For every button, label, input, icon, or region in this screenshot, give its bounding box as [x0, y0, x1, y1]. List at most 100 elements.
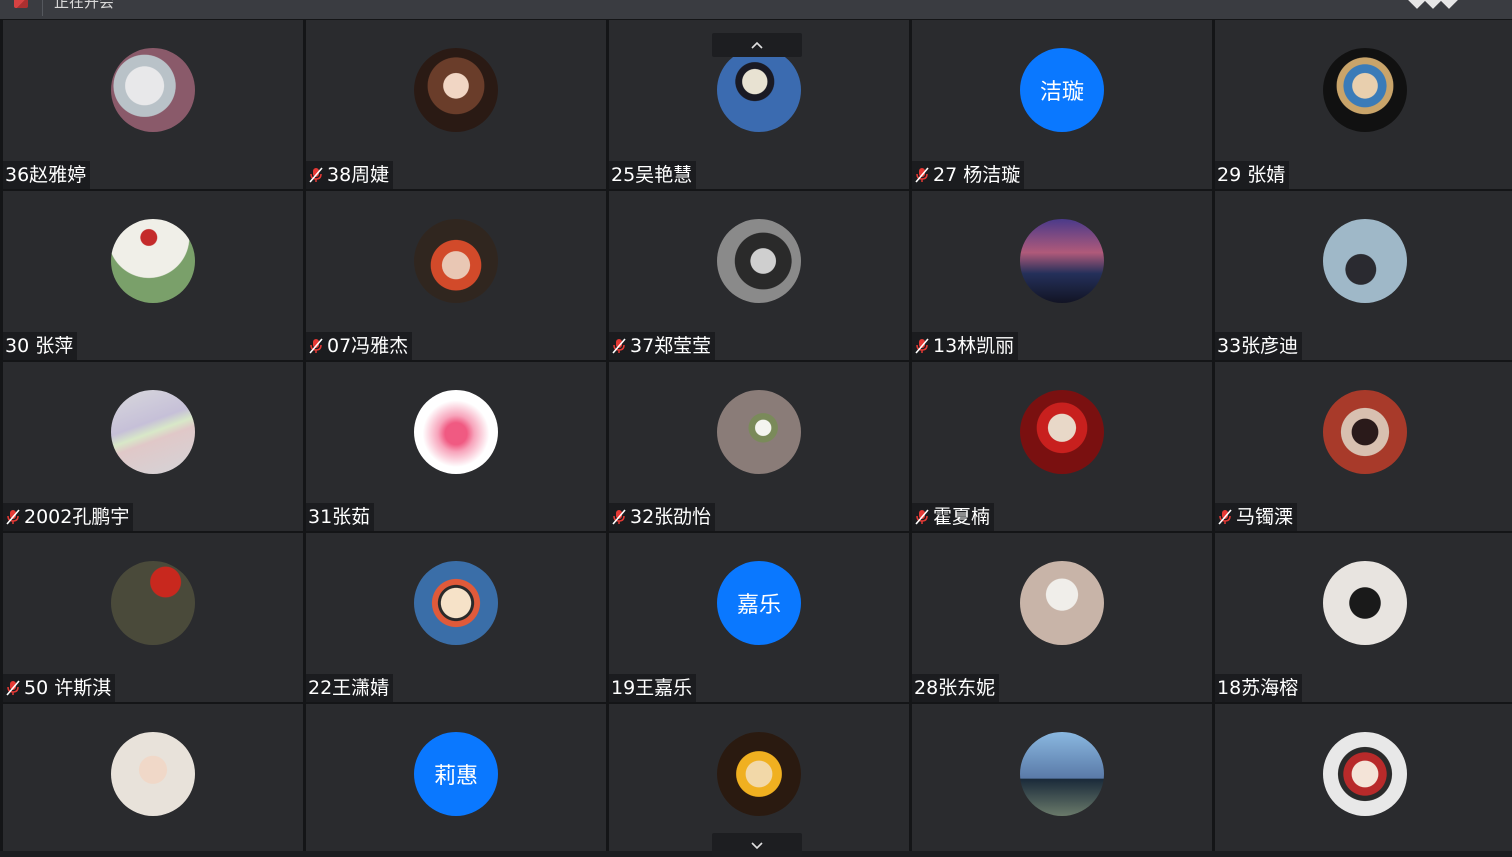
participant-name-tag: 25吴艳慧 — [609, 161, 697, 189]
mic-muted-icon — [611, 508, 627, 526]
scroll-down-button[interactable] — [712, 833, 802, 857]
participant-tile[interactable]: 莉惠 — [306, 704, 606, 851]
avatar — [717, 219, 801, 303]
participant-name: 29 张婧 — [1217, 164, 1286, 186]
avatar — [717, 390, 801, 474]
participant-tile[interactable] — [3, 704, 303, 851]
participant-name: 07冯雅杰 — [327, 335, 409, 357]
participant-name-tag: 27 杨洁璇 — [912, 161, 1025, 189]
avatar-initials: 嘉乐 — [717, 561, 801, 645]
participant-tile[interactable]: 22王潇婧 — [306, 533, 606, 702]
participant-tile[interactable]: 29 张婧 — [1215, 20, 1512, 189]
participant-name-tag: 13林凯丽 — [912, 332, 1019, 360]
avatar — [111, 219, 195, 303]
avatar — [1020, 390, 1104, 474]
participant-name-tag: 马镯溧 — [1215, 503, 1298, 531]
participant-tile[interactable]: 28张东妮 — [912, 533, 1212, 702]
mic-muted-icon — [914, 166, 930, 184]
participant-tile[interactable]: 嘉乐 19王嘉乐 — [609, 533, 909, 702]
participant-tile[interactable]: 马镯溧 — [1215, 362, 1512, 531]
participant-name-tag: 2002孔鹏宇 — [3, 503, 134, 531]
window-control-icon[interactable] — [1407, 0, 1427, 9]
mic-muted-icon — [914, 508, 930, 526]
participant-tile[interactable]: 36赵雅婷 — [3, 20, 303, 189]
mic-muted-icon — [308, 166, 324, 184]
participant-grid: 36赵雅婷 38周婕 25吴艳慧 洁璇 27 杨洁璇 29 张婧 30 张萍 07冯雅杰 37郑… — [0, 20, 1512, 851]
participant-name-tag: 18苏海榕 — [1215, 674, 1303, 702]
window-controls[interactable] — [1404, 0, 1460, 9]
chevron-up-icon — [751, 41, 763, 49]
avatar — [111, 48, 195, 132]
mic-muted-icon — [308, 337, 324, 355]
participant-tile[interactable]: 2002孔鹏宇 — [3, 362, 303, 531]
title-separator — [42, 0, 43, 16]
avatar — [1323, 48, 1407, 132]
participant-name-tag: 22王潇婧 — [306, 674, 394, 702]
participant-name: 22王潇婧 — [308, 677, 390, 699]
participant-name: 31张茹 — [308, 506, 371, 528]
participant-tile[interactable]: 38周婕 — [306, 20, 606, 189]
participant-tile[interactable]: 32张劭怡 — [609, 362, 909, 531]
avatar — [1020, 219, 1104, 303]
participant-tile[interactable]: 霍夏楠 — [912, 362, 1212, 531]
avatar — [717, 48, 801, 132]
participant-name: 25吴艳慧 — [611, 164, 693, 186]
participant-name: 霍夏楠 — [933, 506, 991, 528]
participant-name: 13林凯丽 — [933, 335, 1015, 357]
participant-tile[interactable]: 33张彦迪 — [1215, 191, 1512, 360]
participant-name-tag: 50 许斯淇 — [3, 674, 116, 702]
participant-tile[interactable]: 13林凯丽 — [912, 191, 1212, 360]
avatar — [1020, 732, 1104, 816]
avatar — [111, 390, 195, 474]
avatar — [414, 561, 498, 645]
avatar — [1323, 561, 1407, 645]
participant-tile[interactable]: 18苏海榕 — [1215, 533, 1512, 702]
participant-name: 18苏海榕 — [1217, 677, 1299, 699]
participant-name: 28张东妮 — [914, 677, 996, 699]
avatar — [414, 219, 498, 303]
participant-name: 19王嘉乐 — [611, 677, 693, 699]
participant-name: 马镯溧 — [1236, 506, 1294, 528]
participant-tile[interactable]: 洁璇 27 杨洁璇 — [912, 20, 1212, 189]
mic-muted-icon — [5, 679, 21, 697]
participant-tile[interactable]: 50 许斯淇 — [3, 533, 303, 702]
participant-name: 27 杨洁璇 — [933, 164, 1021, 186]
participant-name-tag: 38周婕 — [306, 161, 394, 189]
avatar-initials: 洁璇 — [1020, 48, 1104, 132]
participant-tile[interactable] — [1215, 704, 1512, 851]
mic-muted-icon — [611, 337, 627, 355]
title-bar: 正在开会 — [0, 0, 1512, 20]
participant-name: 32张劭怡 — [630, 506, 712, 528]
participant-name: 33张彦迪 — [1217, 335, 1299, 357]
participant-tile[interactable] — [912, 704, 1212, 851]
participant-name-tag: 19王嘉乐 — [609, 674, 697, 702]
window-title: 正在开会 — [54, 0, 115, 11]
app-logo-icon — [14, 0, 28, 8]
window-control-icon[interactable] — [1423, 0, 1443, 9]
participant-name: 36赵雅婷 — [5, 164, 87, 186]
scroll-up-button[interactable] — [712, 33, 802, 57]
participant-tile[interactable]: 31张茹 — [306, 362, 606, 531]
participant-name-tag: 31张茹 — [306, 503, 375, 531]
avatar — [717, 732, 801, 816]
avatar — [414, 390, 498, 474]
avatar — [1323, 732, 1407, 816]
participant-name-tag: 07冯雅杰 — [306, 332, 413, 360]
participant-name-tag: 32张劭怡 — [609, 503, 716, 531]
participant-name-tag: 33张彦迪 — [1215, 332, 1303, 360]
avatar — [1020, 561, 1104, 645]
participant-name-tag: 29 张婧 — [1215, 161, 1290, 189]
mic-muted-icon — [914, 337, 930, 355]
participant-tile[interactable]: 07冯雅杰 — [306, 191, 606, 360]
participant-tile[interactable] — [609, 704, 909, 851]
participant-name-tag: 28张东妮 — [912, 674, 1000, 702]
avatar — [414, 48, 498, 132]
participant-tile[interactable]: 37郑莹莹 — [609, 191, 909, 360]
avatar — [1323, 219, 1407, 303]
participant-tile[interactable]: 30 张萍 — [3, 191, 303, 360]
participant-name-tag: 36赵雅婷 — [3, 161, 91, 189]
participant-name: 30 张萍 — [5, 335, 74, 357]
participant-name: 37郑莹莹 — [630, 335, 712, 357]
participant-name-tag: 30 张萍 — [3, 332, 78, 360]
window-control-icon[interactable] — [1439, 0, 1459, 9]
